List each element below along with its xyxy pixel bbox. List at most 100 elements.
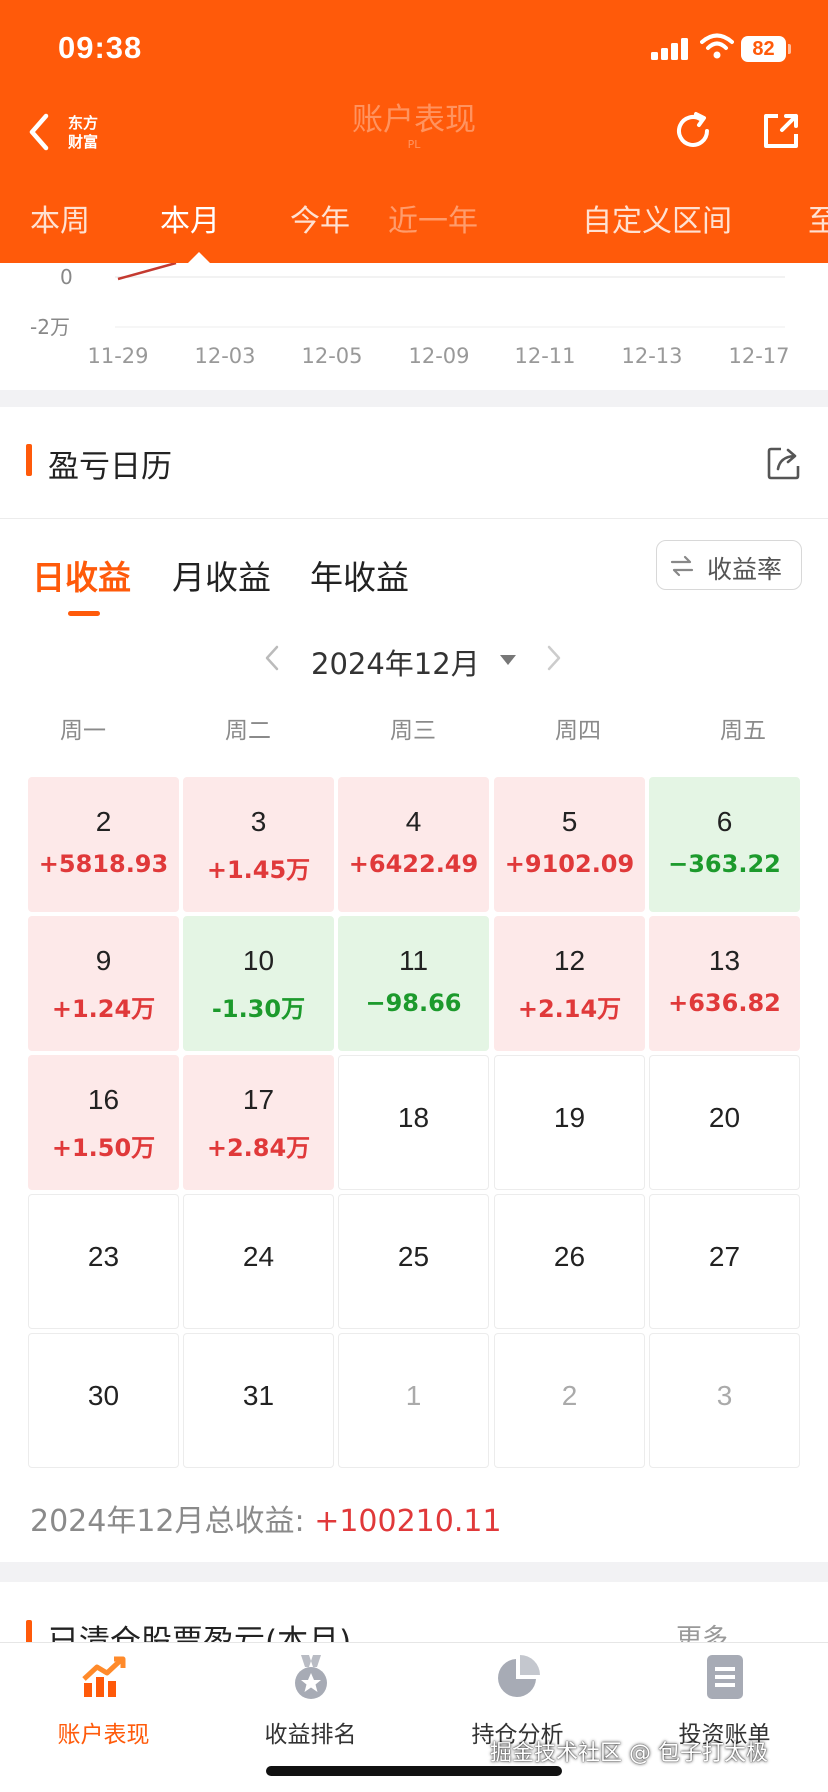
calendar-day-cell[interactable]: 17 +2.84万 [183, 1055, 334, 1190]
share-icon[interactable] [758, 108, 804, 154]
calendar-day-cell[interactable]: 3 [649, 1333, 800, 1468]
bottom-tab-label: 收益排名 [264, 1722, 357, 1748]
calendar-day-cell[interactable]: 20 [649, 1055, 800, 1190]
cleared-section-title: 已清仓股票盈亏(本月) [48, 1624, 352, 1642]
pie-chart-icon [498, 1655, 540, 1697]
chevron-left-icon[interactable] [262, 643, 282, 673]
tab-this-week[interactable]: 本周 [30, 196, 90, 240]
more-link[interactable]: 更多 [676, 1618, 728, 1642]
weekday-label: 周三 [390, 718, 436, 744]
bill-icon [707, 1655, 743, 1699]
bottom-tab-label: 账户表现 [57, 1722, 150, 1748]
tab-daily-return[interactable]: 日收益 [32, 551, 131, 599]
day-number: 23 [87, 1241, 120, 1272]
x-tick-label: 12-05 [301, 344, 362, 368]
status-bar: 09:38 82 [0, 0, 828, 100]
section-title: 盈亏日历 [48, 449, 172, 485]
x-tick-label: 11-29 [87, 344, 148, 368]
watermark: 掘金技术社区 @ 包子打太极 [490, 1741, 768, 1766]
day-return-value: +1.24万 [51, 995, 156, 1023]
day-return-value: -1.30万 [211, 995, 306, 1023]
nav-bar: 东方 财富 账户表现 PL [0, 100, 828, 186]
calendar-day-cell[interactable]: 27 [649, 1194, 800, 1329]
day-number: 26 [553, 1241, 586, 1272]
return-rate-toggle[interactable]: 收益率 [656, 540, 802, 590]
calendar-day-cell[interactable]: 2 [494, 1333, 645, 1468]
day-number: 31 [242, 1380, 275, 1411]
day-number: 17 [242, 1084, 275, 1115]
calendar-day-cell[interactable]: 1 [338, 1333, 489, 1468]
calendar-day-cell[interactable]: 10 -1.30万 [183, 916, 334, 1051]
day-number: 2 [95, 806, 112, 837]
calendar-day-cell[interactable]: 23 [28, 1194, 179, 1329]
battery-icon: 82 [741, 36, 791, 62]
tab-yearly-return[interactable]: 年收益 [310, 551, 409, 599]
calendar-day-cell[interactable]: 25 [338, 1194, 489, 1329]
tab-more[interactable]: 至 [808, 196, 828, 240]
day-number: 3 [716, 1380, 733, 1411]
day-number: 24 [242, 1241, 275, 1272]
day-number: 2 [561, 1380, 578, 1411]
calendar-day-cell[interactable]: 12 +2.14万 [494, 916, 645, 1051]
tab-this-month[interactable]: 本月 [160, 196, 220, 240]
calendar-day-cell[interactable]: 16 +1.50万 [28, 1055, 179, 1190]
day-number: 3 [250, 806, 267, 837]
bottom-tab-return-ranking[interactable]: 收益排名 [207, 1643, 414, 1763]
day-number: 20 [708, 1102, 741, 1133]
day-number: 12 [553, 945, 586, 976]
active-tab-caret [188, 252, 210, 263]
status-time: 09:38 [58, 30, 143, 65]
tab-last-year[interactable]: 近一年 [388, 196, 478, 240]
tab-monthly-return[interactable]: 月收益 [172, 551, 271, 599]
current-month[interactable]: 2024年12月 [311, 641, 480, 683]
x-tick-label: 12-17 [728, 344, 789, 368]
weekday-label: 周五 [720, 718, 766, 744]
calendar-day-cell[interactable]: 24 [183, 1194, 334, 1329]
day-return-value: +5818.93 [38, 850, 169, 878]
share-icon[interactable] [764, 443, 804, 483]
day-number: 5 [561, 806, 578, 837]
calendar-day-cell[interactable]: 19 [494, 1055, 645, 1190]
calendar-day-cell[interactable]: 11 −98.66 [338, 916, 489, 1051]
refresh-icon[interactable] [670, 108, 716, 154]
day-number: 1 [405, 1380, 422, 1411]
calendar-day-cell[interactable]: 4 +6422.49 [338, 777, 489, 912]
day-return-value: +2.14万 [517, 995, 622, 1023]
day-number: 6 [716, 806, 733, 837]
month-total: 2024年12月总收益: +100210.11 [30, 1496, 502, 1540]
day-return-value: +1.50万 [51, 1134, 156, 1162]
month-total-label: 2024年12月总收益: [30, 1504, 305, 1539]
calendar-day-cell[interactable]: 31 [183, 1333, 334, 1468]
app-header: 09:38 82 东方 财富 账户表现 PL 本周 本月 今年 近一年 自定义区… [0, 0, 828, 263]
active-tab-underline [68, 611, 100, 616]
chevron-right-icon[interactable] [544, 643, 564, 673]
tab-custom-range[interactable]: 自定义区间 [582, 196, 732, 240]
calendar-day-cell[interactable]: 13 +636.82 [649, 916, 800, 1051]
dropdown-triangle-icon[interactable] [500, 655, 516, 665]
section-accent-bar [26, 1620, 32, 1642]
calendar-day-cell[interactable]: 18 [338, 1055, 489, 1190]
day-number: 27 [708, 1241, 741, 1272]
calendar-day-cell[interactable]: 2 +5818.93 [28, 777, 179, 912]
calendar-day-cell[interactable]: 26 [494, 1194, 645, 1329]
y-tick-label: 0 [60, 265, 73, 289]
month-picker: 2024年12月 [0, 631, 828, 691]
trend-chart-icon [82, 1656, 126, 1697]
performance-chart: 0 -2万 11-29 12-03 12-05 12-09 12-11 12-1… [0, 263, 828, 390]
x-tick-label: 12-11 [514, 344, 575, 368]
weekday-label: 周二 [225, 718, 271, 744]
calendar-day-cell[interactable]: 9 +1.24万 [28, 916, 179, 1051]
bottom-tab-account-performance[interactable]: 账户表现 [0, 1643, 207, 1763]
section-header: 盈亏日历 [0, 407, 828, 519]
day-return-value: +6422.49 [348, 850, 479, 878]
tab-this-year[interactable]: 今年 [290, 196, 350, 240]
calendar-day-cell[interactable]: 3 +1.45万 [183, 777, 334, 912]
medal-icon [295, 1655, 327, 1699]
calendar-day-cell[interactable]: 6 −363.22 [649, 777, 800, 912]
x-tick-label: 12-03 [194, 344, 255, 368]
x-tick-label: 12-09 [408, 344, 469, 368]
day-number: 25 [397, 1241, 430, 1272]
calendar-day-cell[interactable]: 5 +9102.09 [494, 777, 645, 912]
pnl-calendar-card: 盈亏日历 日收益 月收益 年收益 收益率 2024年12月 周一 周二 周三 周… [0, 407, 828, 1562]
calendar-day-cell[interactable]: 30 [28, 1333, 179, 1468]
